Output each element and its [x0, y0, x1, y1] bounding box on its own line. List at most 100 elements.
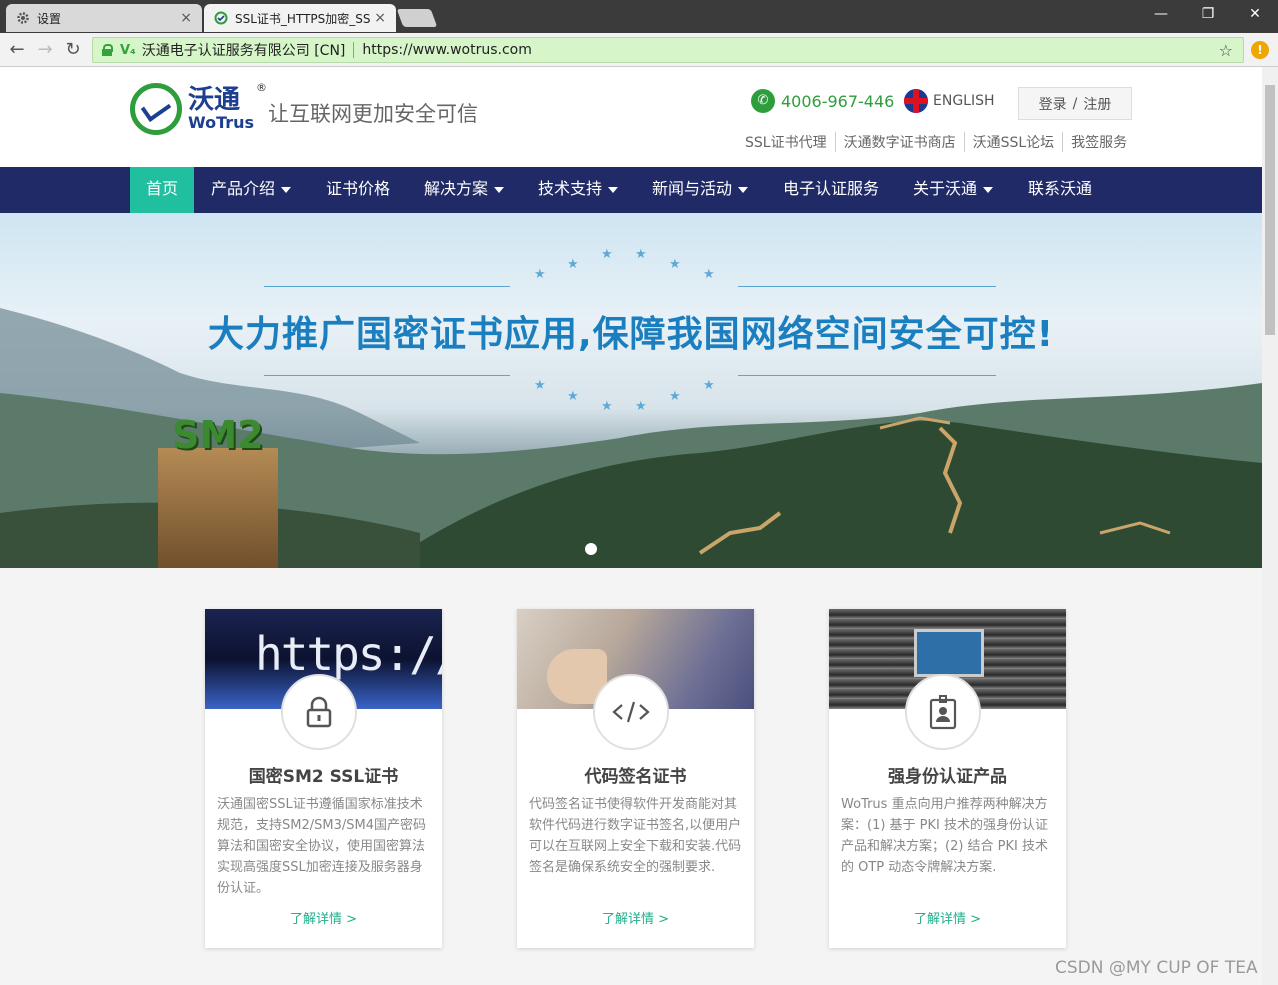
learn-more-link[interactable]: 了解详情 > — [205, 908, 442, 927]
reload-button[interactable]: ↻ — [62, 39, 84, 60]
login-slash: / — [1072, 95, 1078, 112]
product-cards: https:// 国密SM2 SSL证书 沃通国密SSL证书遵循国家标准技术规范… — [0, 568, 1262, 985]
back-button[interactable]: ← — [6, 39, 28, 60]
learn-more-link[interactable]: 了解详情 > — [517, 908, 754, 927]
logo-cn: 沃通 — [188, 85, 241, 115]
tab-settings[interactable]: 设置 × — [6, 4, 202, 32]
tab-close-icon[interactable]: × — [180, 10, 192, 26]
star-icon: ★ — [669, 257, 681, 272]
banner-title: 大力推广国密证书应用,保障我国网络空间安全可控! — [207, 314, 1055, 355]
close-window-button[interactable]: ✕ — [1240, 6, 1270, 22]
card-sm2-ssl[interactable]: https:// 国密SM2 SSL证书 沃通国密SSL证书遵循国家标准技术规范… — [205, 609, 442, 948]
tab-title: 设置 — [37, 11, 62, 26]
star-icon: ★ — [669, 389, 681, 404]
browser-toolbar: ← → ↻ V₄ 沃通电子认证服务有限公司 [CN] https://www.w… — [0, 33, 1278, 67]
ev-badge: V₄ — [120, 42, 136, 58]
nav-support[interactable]: 技术支持 — [522, 167, 634, 213]
watchtower-image — [158, 448, 278, 568]
browser-titlebar: 设置 × SSL证书_HTTPS加密_SS × — ❐ ✕ — [0, 0, 1278, 33]
nav-contact[interactable]: 联系沃通 — [1012, 167, 1108, 213]
address-bar[interactable]: V₄ 沃通电子认证服务有限公司 [CN] https://www.wotrus.… — [92, 37, 1244, 63]
nav-label: 关于沃通 — [913, 179, 978, 198]
star-icon: ★ — [567, 389, 579, 404]
chevron-down-icon — [494, 186, 505, 193]
logo-en: WoTrus — [188, 113, 255, 132]
code-icon — [593, 674, 669, 750]
chevron-down-icon — [983, 186, 994, 193]
top-links: SSL证书代理 沃通数字证书商店 沃通SSL论坛 我签服务 — [745, 132, 1135, 152]
nav-solutions[interactable]: 解决方案 — [408, 167, 520, 213]
logo-mark-icon — [130, 83, 182, 135]
top-link-sign-service[interactable]: 我签服务 — [1062, 132, 1135, 152]
card-title: 代码签名证书 — [584, 767, 687, 787]
nav-label: 解决方案 — [424, 179, 489, 198]
hero-banner[interactable]: ★ ★ ★ ★ ★ ★ ★ ★ ★ ★ ★ ★ 大力推广国密证书应用,保障我国网… — [0, 213, 1262, 568]
card-strong-auth[interactable]: 强身份认证产品 WoTrus 重点向用户推荐两种解决方案：(1) 基于 PKI … — [829, 609, 1066, 948]
card-description: 代码签名证书使得软件开发商能对其软件代码进行数字证书签名,以便用户可以在互联网上… — [529, 797, 742, 875]
learn-more-link[interactable]: 了解详情 > — [829, 908, 1066, 927]
url-text[interactable]: https://www.wotrus.com — [362, 42, 531, 58]
top-link-ssl-agent[interactable]: SSL证书代理 — [745, 132, 835, 152]
top-link-forum[interactable]: 沃通SSL论坛 — [963, 132, 1063, 152]
card-code-signing[interactable]: 代码签名证书 代码签名证书使得软件开发商能对其软件代码进行数字证书签名,以便用户… — [517, 609, 754, 948]
https-image-text: https:// — [255, 627, 442, 681]
uk-flag-icon — [904, 89, 928, 113]
laptop-screen — [914, 629, 984, 677]
card-description: WoTrus 重点向用户推荐两种解决方案：(1) 基于 PKI 技术的强身份认证… — [841, 797, 1049, 875]
secure-lock-icon — [102, 44, 113, 56]
banner-rule — [264, 286, 510, 287]
restore-button[interactable]: ❐ — [1193, 6, 1223, 22]
star-icon: ★ — [703, 378, 715, 393]
nav-label: 技术支持 — [538, 179, 603, 198]
bookmark-star-icon[interactable]: ☆ — [1219, 41, 1233, 60]
phone-contact[interactable]: ✆ 4006-967-446 — [751, 89, 894, 113]
nav-news[interactable]: 新闻与活动 — [636, 167, 764, 213]
watermark: CSDN @MY CUP OF TEA — [1055, 958, 1258, 978]
nav-label: 电子认证服务 — [783, 179, 880, 198]
phone-icon: ✆ — [751, 89, 775, 113]
star-icon: ★ — [567, 257, 579, 272]
chevron-down-icon — [281, 186, 292, 193]
scrollbar-thumb[interactable] — [1265, 85, 1275, 335]
carousel-dot[interactable] — [585, 543, 597, 555]
slogan: 让互联网更加安全可信 — [268, 102, 478, 126]
nav-about[interactable]: 关于沃通 — [897, 167, 1009, 213]
nav-label: 产品介绍 — [211, 179, 276, 198]
card-description: 沃通国密SSL证书遵循国家标准技术规范，支持SM2/SM3/SM4国产密码算法和… — [217, 797, 426, 896]
tab-title: SSL证书_HTTPS加密_SS — [235, 11, 371, 26]
login-register-box: 登录 / 注册 — [1018, 87, 1132, 120]
star-icon: ★ — [635, 399, 647, 414]
english-link[interactable]: ENGLISH — [904, 89, 995, 113]
nav-products[interactable]: 产品介绍 — [195, 167, 307, 213]
wotrus-favicon-icon — [214, 11, 228, 25]
star-icon: ★ — [601, 399, 613, 414]
star-icon: ★ — [534, 378, 546, 393]
star-icon: ★ — [601, 247, 613, 262]
star-icon: ★ — [534, 267, 546, 282]
forward-button[interactable]: → — [34, 39, 56, 60]
nav-home[interactable]: 首页 — [130, 167, 195, 213]
register-link[interactable]: 注册 — [1083, 94, 1111, 114]
minimize-button[interactable]: — — [1146, 6, 1176, 22]
nav-label: 证书价格 — [326, 179, 391, 198]
card-title: 强身份认证产品 — [888, 767, 1007, 787]
page-scrollbar[interactable] — [1262, 67, 1278, 985]
tab-close-icon[interactable]: × — [374, 10, 386, 26]
chevron-down-icon — [738, 186, 749, 193]
update-alert-icon[interactable]: ! — [1251, 41, 1269, 59]
top-link-cert-store[interactable]: 沃通数字证书商店 — [834, 132, 964, 152]
tab-wotrus[interactable]: SSL证书_HTTPS加密_SS × — [204, 4, 396, 32]
gear-icon — [17, 12, 29, 24]
logo-wordmark: 沃通 WoTrus — [188, 87, 254, 131]
login-link[interactable]: 登录 — [1039, 94, 1067, 114]
site-header: 沃通 WoTrus ® 让互联网更加安全可信 ✆ 4006-967-446 EN… — [0, 67, 1262, 167]
new-tab-button[interactable] — [396, 9, 438, 27]
nav-pricing[interactable]: 证书价格 — [310, 167, 406, 213]
banner-rule — [738, 375, 996, 376]
banner-rule — [264, 375, 510, 376]
nav-ca-service[interactable]: 电子认证服务 — [767, 167, 895, 213]
card-title: 国密SM2 SSL证书 — [248, 767, 399, 787]
sm2-badge: SM2 — [172, 413, 264, 457]
lock-icon — [281, 674, 357, 750]
wotrus-logo[interactable]: 沃通 WoTrus ® — [130, 81, 267, 135]
